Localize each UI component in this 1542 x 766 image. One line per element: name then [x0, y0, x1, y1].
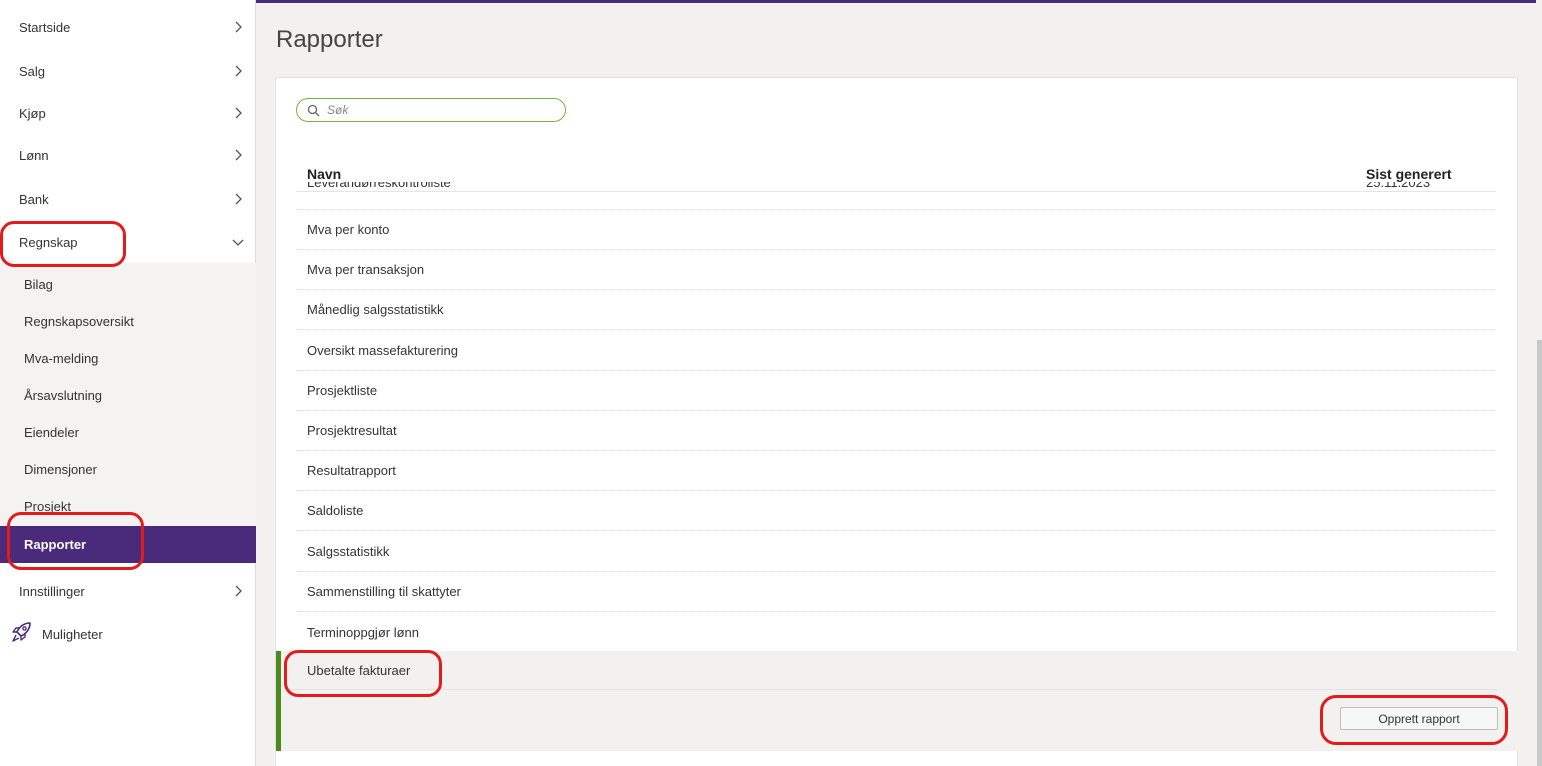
chevron-right-icon	[235, 65, 242, 77]
sidebar-subitem-eiendeler[interactable]: Eiendeler	[0, 414, 256, 451]
table-row[interactable]: Leverandørreskontroliste 25.11.2023	[296, 182, 1496, 210]
column-header-name[interactable]: Navn	[307, 166, 341, 182]
sidebar-item-label: Regnskap	[19, 234, 78, 250]
chevron-right-icon	[235, 107, 242, 119]
header-divider	[296, 191, 1496, 192]
sidebar-item-label: Lønn	[19, 147, 49, 163]
sidebar-subitem-label: Rapporter	[24, 537, 87, 552]
sidebar-item-label: Salg	[19, 63, 46, 79]
table-row[interactable]: Terminoppgjør lønn	[296, 612, 1496, 652]
sidebar-subitem-regnskapsoversikt[interactable]: Regnskapsoversikt	[0, 303, 256, 340]
sidebar-item-muligheter[interactable]: Muligheter	[0, 614, 256, 654]
row-name: Sammenstilling til skattyter	[307, 584, 461, 599]
scrollbar-thumb[interactable]	[1537, 340, 1542, 766]
page-title: Rapporter	[276, 26, 383, 53]
sidebar-subitem-label: Årsavslutning	[24, 388, 103, 403]
table-row[interactable]: Mva per transaksjon	[296, 250, 1496, 290]
sidebar-item-label: Bank	[19, 191, 49, 207]
selected-report-row[interactable]: Ubetalte fakturaer	[276, 651, 1518, 751]
divider	[287, 689, 1497, 690]
table-row[interactable]: Oversikt massefakturering	[296, 331, 1496, 371]
top-accent-bar	[256, 0, 1536, 3]
sidebar-subitem-label: Bilag	[24, 277, 53, 292]
sidebar-item-label: Innstillinger	[19, 583, 85, 599]
table-row[interactable]: Saldoliste	[296, 491, 1496, 531]
table-row[interactable]: Salgsstatistikk	[296, 532, 1496, 572]
row-name: Prosjektliste	[307, 383, 378, 398]
sidebar-subitem-label: Regnskapsoversikt	[24, 314, 134, 329]
create-report-button[interactable]: Opprett rapport	[1340, 707, 1498, 730]
row-name: Saldoliste	[307, 503, 364, 518]
search-input[interactable]: Søk	[296, 98, 566, 122]
sidebar-item-innstillinger[interactable]: Innstillinger	[0, 571, 256, 611]
regnskap-submenu: Bilag Regnskapsoversikt Mva-melding Årsa…	[0, 263, 256, 563]
sidebar: Startside Salg Kjøp Lønn Bank Regnskap B…	[0, 0, 256, 766]
row-name: Oversikt massefakturering	[307, 343, 458, 358]
chevron-right-icon	[235, 21, 242, 33]
row-name: Terminoppgjør lønn	[307, 624, 419, 640]
row-name: Leverandørreskontroliste	[307, 182, 451, 190]
sidebar-item-label: Startside	[19, 19, 71, 35]
sidebar-subitem-label: Eiendeler	[24, 425, 79, 440]
sidebar-item-regnskap[interactable]: Regnskap	[0, 222, 256, 262]
row-name: Salgsstatistikk	[307, 544, 390, 559]
sidebar-subitem-label: Mva-melding	[24, 351, 99, 366]
sidebar-subitem-arsavslutning[interactable]: Årsavslutning	[0, 377, 256, 414]
selected-report-name: Ubetalte fakturaer	[307, 663, 411, 678]
table-row[interactable]: Sammenstilling til skattyter	[296, 572, 1496, 612]
sidebar-subitem-prosjekt[interactable]: Prosjekt	[0, 488, 256, 525]
scrollbar[interactable]	[1536, 0, 1542, 766]
sidebar-subitem-mva-melding[interactable]: Mva-melding	[0, 340, 256, 377]
chevron-right-icon	[235, 149, 242, 161]
column-header-last-generated[interactable]: Sist generert	[1366, 166, 1452, 182]
table-row[interactable]: Mva per konto	[296, 210, 1496, 250]
sidebar-item-bank[interactable]: Bank	[0, 179, 256, 219]
table-row[interactable]: Prosjektliste	[296, 371, 1496, 411]
row-name: Prosjektresultat	[307, 423, 397, 438]
table-row[interactable]: Resultatrapport	[296, 451, 1496, 491]
row-date: 25.11.2023	[1366, 182, 1431, 190]
search-placeholder: Søk	[327, 103, 349, 117]
sidebar-item-label: Muligheter	[42, 626, 103, 642]
sidebar-subitem-bilag[interactable]: Bilag	[0, 266, 256, 303]
search-icon	[307, 104, 320, 117]
sidebar-item-kjop[interactable]: Kjøp	[0, 93, 256, 133]
sidebar-subitem-label: Prosjekt	[24, 499, 71, 514]
row-name: Månedlig salgsstatistikk	[307, 302, 444, 317]
chevron-right-icon	[235, 585, 242, 597]
sidebar-subitem-rapporter[interactable]: Rapporter	[0, 526, 256, 563]
row-name: Mva per konto	[307, 222, 390, 237]
chevron-right-icon	[235, 193, 242, 205]
row-name: Mva per transaksjon	[307, 262, 425, 277]
sidebar-subitem-label: Dimensjoner	[24, 462, 97, 477]
sidebar-item-startside[interactable]: Startside	[0, 7, 256, 47]
sidebar-item-salg[interactable]: Salg	[0, 51, 256, 91]
chevron-down-icon	[232, 239, 244, 246]
row-name: Resultatrapport	[307, 463, 396, 478]
sidebar-subitem-dimensjoner[interactable]: Dimensjoner	[0, 451, 256, 488]
sidebar-item-lonn[interactable]: Lønn	[0, 135, 256, 175]
table-row[interactable]: Månedlig salgsstatistikk	[296, 290, 1496, 330]
table-row[interactable]: Prosjektresultat	[296, 411, 1496, 451]
sidebar-item-label: Kjøp	[19, 105, 46, 121]
